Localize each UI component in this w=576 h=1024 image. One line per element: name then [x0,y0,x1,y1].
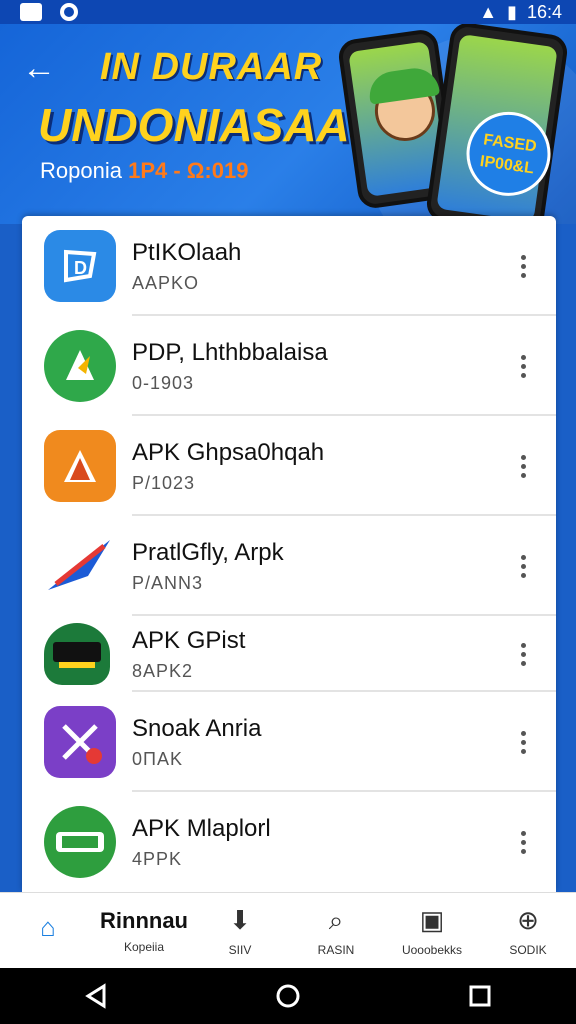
banner-title-line1: IN DURAAR [100,46,323,88]
back-triangle-icon[interactable] [76,976,116,1016]
home-icon: ⌂ [40,912,56,942]
promo-badge: FASED IP00&L [461,106,556,202]
app-name: Snoak Anria [132,714,262,742]
bottom-navigation: ⌂ Rinnnau Kopeiia ⬇ SIIV ⌕ RASIN ▣ Uooob… [0,892,576,968]
more-options-icon[interactable] [508,346,538,386]
app-name: PratlGfly, Arpk [132,538,284,566]
status-bar: ▲ ▮ 16:4 [0,0,576,24]
list-item[interactable]: D PtIKOlaah AAPKO [22,216,556,316]
svg-text:D: D [74,258,87,278]
more-options-icon[interactable] [508,246,538,286]
list-item[interactable]: APK Mlaplorl 4PPK [22,792,556,892]
notification-circle-icon [60,3,78,21]
settings-icon: ⊕ [517,905,539,935]
battery-icon: ▮ [507,1,517,22]
more-options-icon[interactable] [508,546,538,586]
nav-home[interactable]: ⌂ [0,893,96,968]
apk-pennant-icon [44,530,116,602]
gift-icon: ▣ [419,905,445,935]
nav-label: Kopeiia [123,939,165,954]
list-item[interactable]: PDP, Lhthbbalaisa 0-1903 [22,316,556,416]
list-item[interactable]: APK GPist 8APK2 [22,616,556,692]
apk-shield-icon [44,623,110,685]
mascot-face-icon [371,77,439,145]
recents-square-icon[interactable] [460,976,500,1016]
app-name: APK GPist [132,626,246,654]
app-subtitle: 0-1903 [132,372,195,393]
system-navigation [0,968,576,1024]
nav-item-siiv[interactable]: ⬇ SIIV [192,893,288,968]
status-time: 16:4 [526,1,562,22]
list-item[interactable]: Snoak Anria 0ΠΑΚ [22,692,556,792]
more-options-icon[interactable] [508,446,538,486]
app-subtitle: 4PPK [132,848,183,869]
signal-icon: ▲ [479,1,498,22]
banner-title-line2: UNDONIASAAI [38,99,363,151]
app-subtitle: P/ANN3 [132,572,204,593]
more-options-icon[interactable] [508,634,538,674]
more-options-icon[interactable] [508,822,538,862]
back-arrow-icon[interactable]: ← [22,48,62,88]
nav-label: SIIV [228,942,252,957]
nav-label: SODIK [509,942,547,957]
app-subtitle: 0ΠΑΚ [132,748,184,769]
apk-purple-x-icon [44,706,116,778]
apk-green-badge-icon [44,806,116,878]
notification-icon [20,3,42,21]
more-options-icon[interactable] [508,722,538,762]
banner-subtitle: Roponia 1P4 - Ω:019 [40,158,249,183]
list-item[interactable]: APK Ghpsa0hqah P/1023 [22,416,556,516]
nav-label: Uooobekks [401,942,463,957]
app-subtitle: P/1023 [132,472,196,493]
list-item[interactable]: PratlGfly, Arpk P/ANN3 [22,516,556,616]
nav-label: RASIN [317,942,355,957]
app-name: PtIKOlaah [132,238,242,266]
nav-item-rinnnau[interactable]: Rinnnau Kopeiia [96,893,192,968]
promo-banner[interactable]: ← IN DURAAR UNDONIASAAI Roponia 1P4 - Ω:… [0,24,576,224]
app-list: D PtIKOlaah AAPKO PDP, Lhthbbalaisa 0-19… [22,216,556,892]
app-name: PDP, Lhthbbalaisa [132,338,328,366]
app-subtitle: AAPKO [132,272,200,293]
download-icon: ⬇ [229,905,251,935]
home-circle-icon[interactable] [268,976,308,1016]
apk-green-arrow-icon [44,330,116,402]
apk-orange-tent-icon [44,430,116,502]
nav-big-label: Rinnnau [100,907,188,933]
app-subtitle: 8APK2 [132,660,194,681]
nav-item-uooobekks[interactable]: ▣ Uooobekks [384,893,480,968]
nav-item-sodik[interactable]: ⊕ SODIK [480,893,576,968]
search-icon: ⌕ [328,904,344,935]
app-name: APK Ghpsa0hqah [132,438,325,466]
nav-item-rasin[interactable]: ⌕ RASIN [288,893,384,968]
app-name: APK Mlaplorl [132,814,271,842]
apk-blue-d-icon: D [44,230,116,302]
